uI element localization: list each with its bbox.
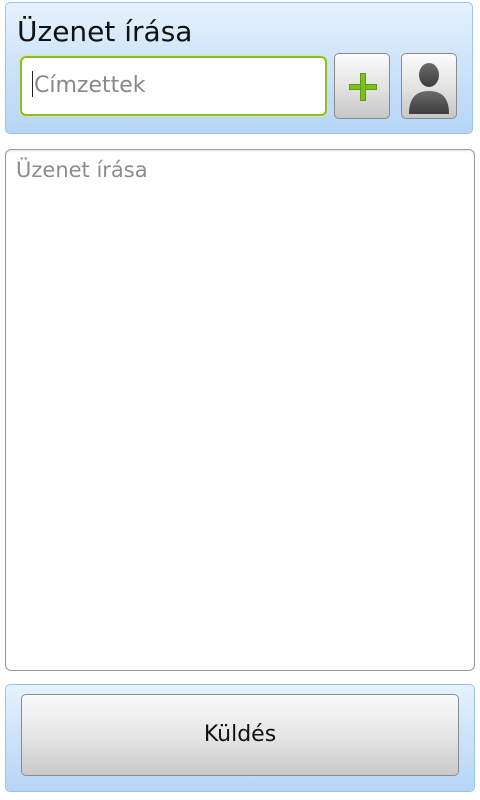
message-placeholder: Üzenet írása — [16, 158, 148, 182]
pick-contact-button[interactable] — [401, 53, 457, 119]
add-recipient-button[interactable] — [334, 53, 390, 119]
text-cursor — [32, 71, 33, 97]
plus-icon — [349, 73, 377, 101]
message-body-field[interactable]: Üzenet írása — [5, 149, 475, 671]
bottom-panel: Küldés — [5, 684, 475, 792]
recipients-placeholder: Címzettek — [34, 73, 146, 98]
person-icon — [409, 63, 449, 114]
page-title: Üzenet írása — [17, 15, 193, 48]
compose-message-screen: Üzenet írása Címzettek Üzenet írása Küld… — [0, 0, 480, 800]
header-panel: Üzenet írása Címzettek — [5, 2, 473, 134]
send-button[interactable]: Küldés — [21, 694, 459, 776]
recipients-input[interactable]: Címzettek — [20, 56, 327, 116]
